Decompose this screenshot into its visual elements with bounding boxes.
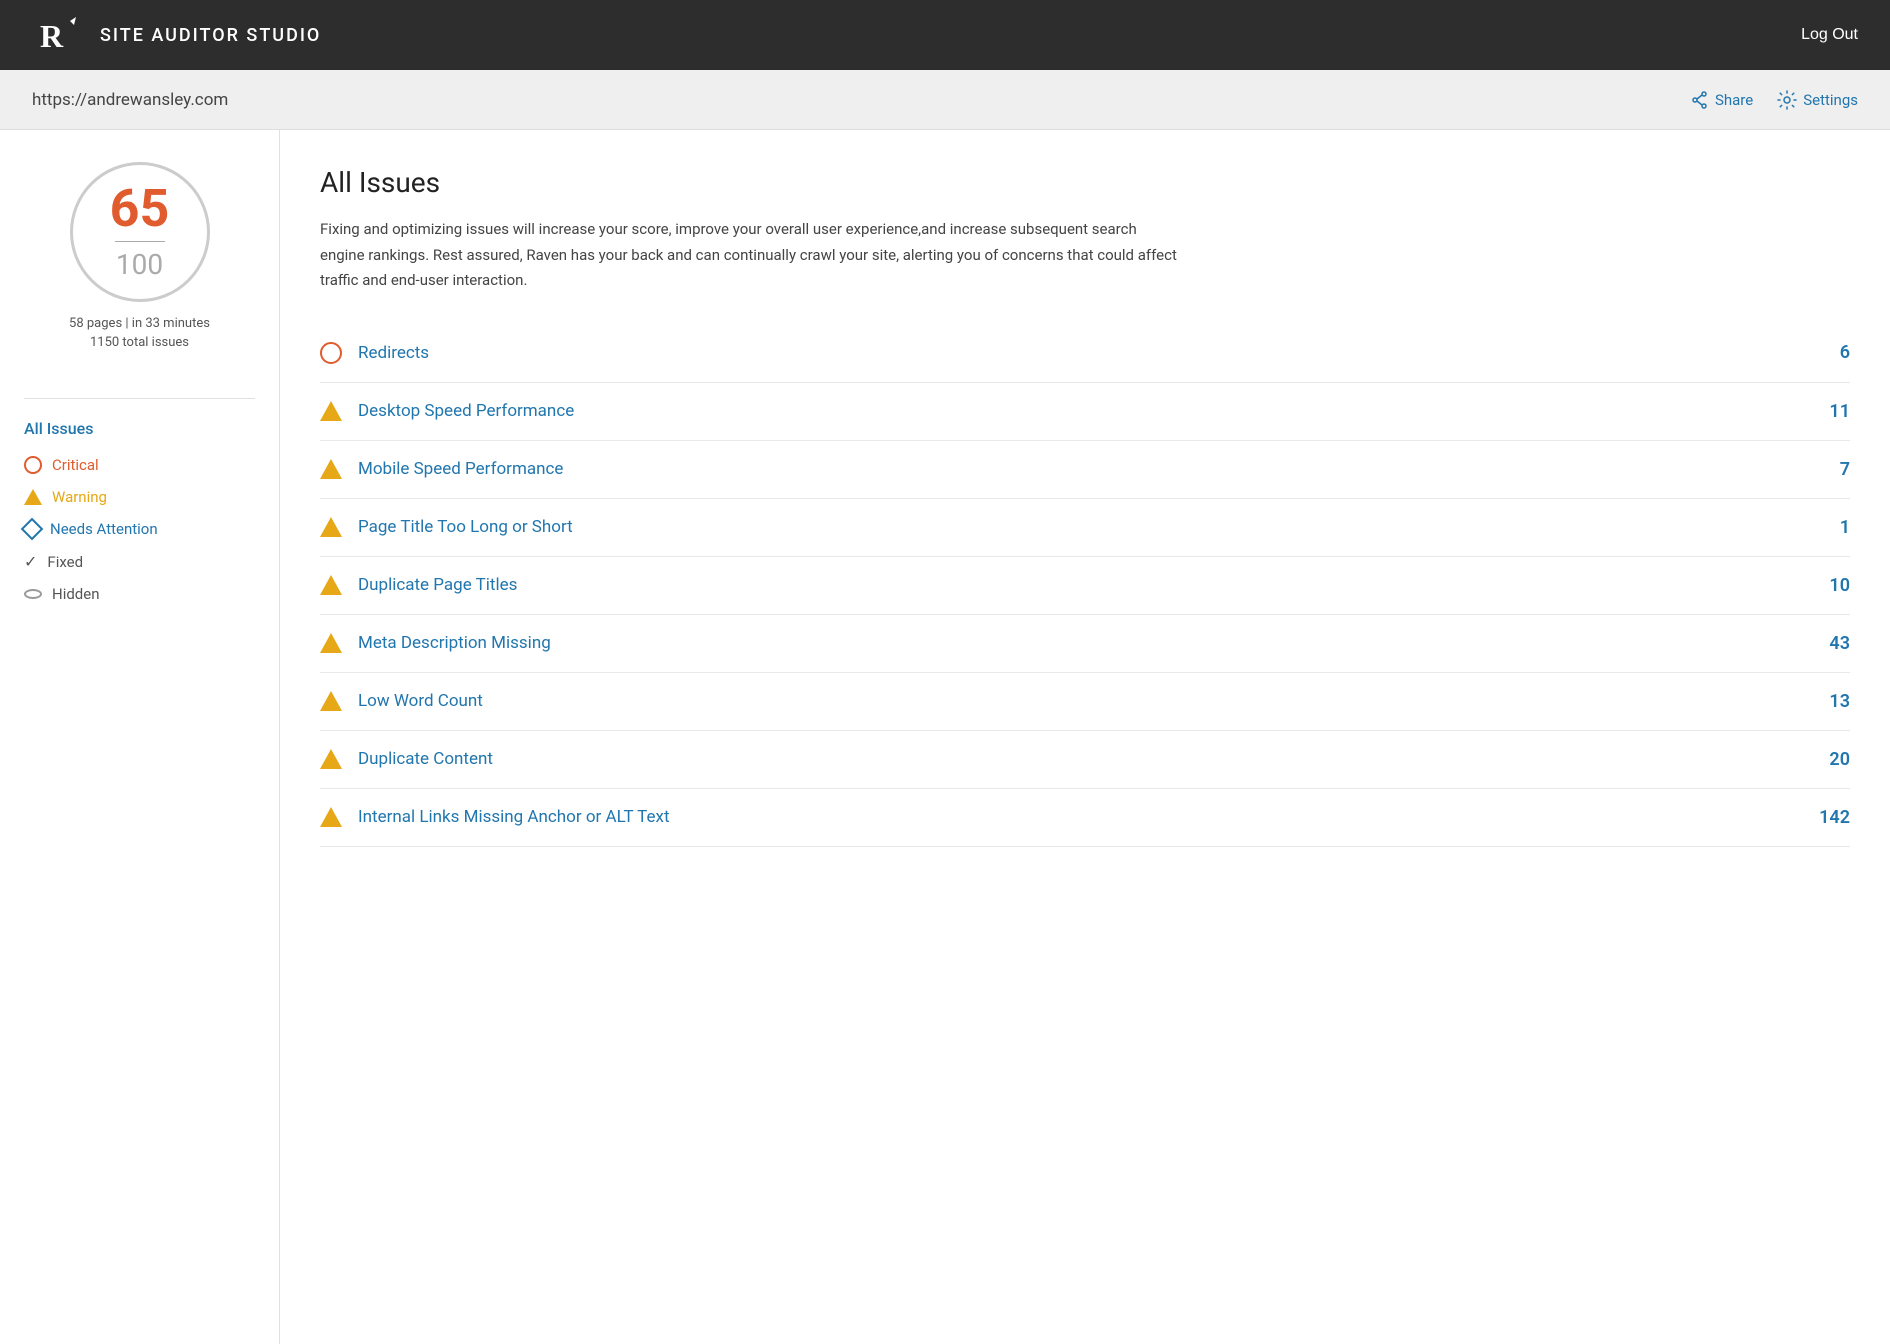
issues-list: Redirects 6 Desktop Speed Performance 11 Mob… (320, 324, 1850, 847)
issue-count: 7 (1810, 459, 1850, 480)
sidebar: 65 100 58 pages | in 33 minutes 1150 tot… (0, 130, 280, 1344)
issue-count: 10 (1810, 575, 1850, 596)
share-icon (1689, 90, 1709, 110)
issue-item[interactable]: Duplicate Content 20 (320, 731, 1850, 789)
issue-item[interactable]: Redirects 6 (320, 324, 1850, 383)
issue-left: Low Word Count (320, 691, 483, 711)
warning-issue-icon (320, 401, 342, 421)
score-divider (115, 241, 165, 242)
issue-count: 142 (1810, 807, 1850, 828)
warning-issue-icon (320, 749, 342, 769)
warning-issue-icon (320, 459, 342, 479)
sidebar-item-fixed[interactable]: ✓ Fixed (24, 552, 255, 571)
issue-label: Internal Links Missing Anchor or ALT Tex… (358, 807, 670, 827)
top-header: R SITE AUDITOR STUDIO Log Out (0, 0, 1890, 70)
main-content: All Issues Fixing and optimizing issues … (280, 130, 1890, 1344)
score-circle: 65 100 (70, 162, 210, 302)
main-layout: 65 100 58 pages | in 33 minutes 1150 tot… (0, 130, 1890, 1344)
issue-left: Meta Description Missing (320, 633, 551, 653)
issue-item[interactable]: Internal Links Missing Anchor or ALT Tex… (320, 789, 1850, 847)
logo-area: R SITE AUDITOR STUDIO (32, 9, 321, 61)
issue-count: 1 (1810, 517, 1850, 538)
sidebar-item-warning[interactable]: Warning (24, 488, 255, 506)
issue-count: 11 (1810, 401, 1850, 422)
issue-label: Page Title Too Long or Short (358, 517, 573, 537)
issue-label: Duplicate Page Titles (358, 575, 517, 595)
issue-label: Mobile Speed Performance (358, 459, 563, 479)
issue-count: 43 (1810, 633, 1850, 654)
hidden-icon (24, 589, 42, 599)
logout-button[interactable]: Log Out (1801, 26, 1858, 44)
share-label: Share (1715, 91, 1753, 109)
issue-count: 20 (1810, 749, 1850, 770)
issue-item[interactable]: Page Title Too Long or Short 1 (320, 499, 1850, 557)
sub-header: https://andrewansley.com Share Settings (0, 70, 1890, 130)
sub-actions: Share Settings (1689, 90, 1858, 110)
critical-icon (24, 456, 42, 474)
sidebar-divider (24, 398, 255, 399)
fixed-label: Fixed (47, 553, 83, 571)
issue-label: Meta Description Missing (358, 633, 551, 653)
warning-issue-icon (320, 807, 342, 827)
issue-label: Low Word Count (358, 691, 483, 711)
pages-info: 58 pages | in 33 minutes (69, 316, 210, 331)
issue-label: Desktop Speed Performance (358, 401, 574, 421)
hidden-label: Hidden (52, 585, 100, 603)
warning-issue-icon (320, 575, 342, 595)
warning-issue-icon (320, 691, 342, 711)
issue-left: Desktop Speed Performance (320, 401, 574, 421)
issue-item[interactable]: Meta Description Missing 43 (320, 615, 1850, 673)
critical-label: Critical (52, 456, 99, 474)
issue-label: Duplicate Content (358, 749, 493, 769)
issue-count: 13 (1810, 691, 1850, 712)
page-title: All Issues (320, 166, 1850, 199)
sidebar-item-hidden[interactable]: Hidden (24, 585, 255, 603)
score-circle-container: 65 100 58 pages | in 33 minutes 1150 tot… (24, 162, 255, 378)
settings-label: Settings (1803, 91, 1858, 109)
site-url: https://andrewansley.com (32, 90, 228, 110)
issue-item[interactable]: Low Word Count 13 (320, 673, 1850, 731)
issue-left: Page Title Too Long or Short (320, 517, 573, 537)
sidebar-nav: Critical Warning Needs Attention ✓ Fixed (24, 456, 255, 603)
attention-icon (21, 518, 44, 541)
issue-left: Duplicate Page Titles (320, 575, 517, 595)
critical-issue-icon (320, 342, 342, 364)
app-title: SITE AUDITOR STUDIO (100, 25, 321, 46)
issue-item[interactable]: Duplicate Page Titles 10 (320, 557, 1850, 615)
share-button[interactable]: Share (1689, 90, 1753, 110)
warning-icon (24, 489, 42, 505)
issue-left: Redirects (320, 342, 429, 364)
issue-item[interactable]: Desktop Speed Performance 11 (320, 383, 1850, 441)
issue-left: Mobile Speed Performance (320, 459, 563, 479)
sidebar-item-critical[interactable]: Critical (24, 456, 255, 474)
page-description: Fixing and optimizing issues will increa… (320, 217, 1180, 294)
attention-label: Needs Attention (50, 520, 158, 538)
settings-icon (1777, 90, 1797, 110)
warning-issue-icon (320, 517, 342, 537)
issue-left: Duplicate Content (320, 749, 493, 769)
issue-count: 6 (1810, 342, 1850, 363)
sidebar-item-all-issues[interactable]: All Issues (24, 419, 255, 438)
score-number: 65 (110, 183, 170, 235)
issue-left: Internal Links Missing Anchor or ALT Tex… (320, 807, 670, 827)
warning-label: Warning (52, 488, 107, 506)
issues-info: 1150 total issues (90, 335, 189, 350)
score-total: 100 (116, 248, 163, 281)
settings-button[interactable]: Settings (1777, 90, 1858, 110)
warning-issue-icon (320, 633, 342, 653)
issue-item[interactable]: Mobile Speed Performance 7 (320, 441, 1850, 499)
svg-text:R: R (40, 18, 64, 54)
issue-label: Redirects (358, 343, 429, 363)
fixed-icon: ✓ (24, 552, 37, 571)
raven-logo-icon: R (32, 9, 84, 61)
sidebar-item-attention[interactable]: Needs Attention (24, 520, 255, 538)
